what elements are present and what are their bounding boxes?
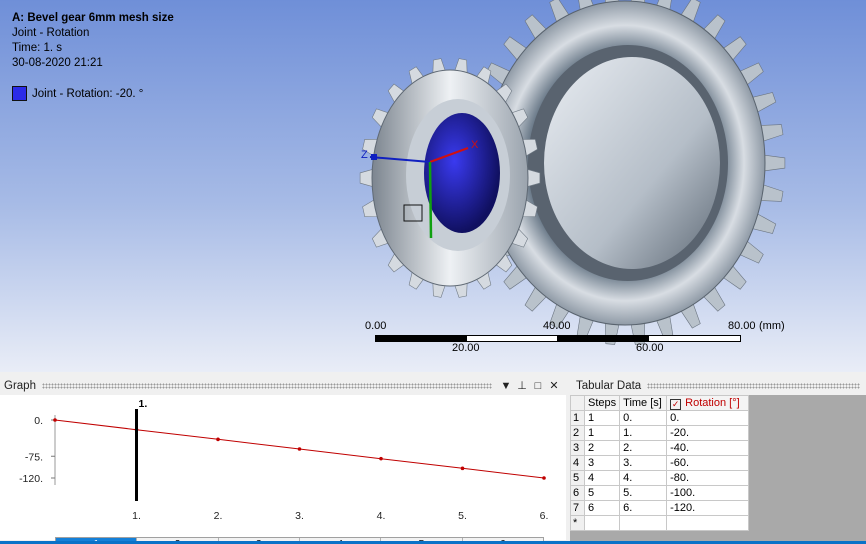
cell-step[interactable]: 4 (583, 470, 621, 486)
cell-time[interactable]: 1. (619, 425, 668, 441)
row-number: 3 (570, 440, 585, 456)
y-tick-label: 0. (34, 415, 43, 427)
pin-icon[interactable]: ⊥ (514, 379, 530, 392)
tabular-header: Tabular Data (576, 376, 866, 395)
table-row[interactable]: 6 5 5. -100. (570, 485, 750, 501)
graph-panel: Graph ▼ ⊥ □ ✕ 0. -75. -120. 1. 2. 3. 4. 5. 6. 1. … (0, 374, 566, 544)
data-point (53, 418, 57, 422)
scale-label-80: 80.00 (728, 320, 756, 332)
y-tick-label: -75. (25, 451, 43, 463)
cell-step[interactable]: 3 (583, 455, 621, 471)
table-row[interactable]: 7 6 6. -120. (570, 500, 750, 516)
col-rotation-label: Rotation [°] (685, 396, 740, 409)
cell-rot[interactable]: -20. (666, 425, 750, 441)
empty-cell[interactable] (583, 515, 621, 531)
col-steps[interactable]: Steps (583, 395, 621, 411)
row-number: 6 (570, 485, 585, 501)
cell-time[interactable]: 0. (619, 410, 668, 426)
x-tick-label: 6. (540, 510, 549, 522)
cell-rot[interactable]: -80. (666, 470, 750, 486)
cell-time[interactable]: 4. (619, 470, 668, 486)
graph-title: Graph (4, 379, 36, 392)
maximize-icon[interactable]: □ (530, 380, 546, 392)
x-tick-label: 4. (377, 510, 386, 522)
x-axis-label: X (471, 139, 479, 151)
x-tick-label: 5. (458, 510, 467, 522)
table-row[interactable]: 2 1 1. -20. (570, 425, 750, 441)
bottom-panels: Graph ▼ ⊥ □ ✕ 0. -75. -120. 1. 2. 3. 4. 5. 6. 1. … (0, 374, 866, 544)
y-tick-label: -120. (19, 473, 43, 485)
data-point (216, 437, 220, 442)
cell-rot[interactable]: -100. (666, 485, 750, 501)
cell-step[interactable]: 5 (583, 485, 621, 501)
graph-header: Graph ▼ ⊥ □ ✕ (4, 376, 562, 395)
cell-step[interactable]: 6 (583, 500, 621, 516)
cell-rot[interactable]: -120. (666, 500, 750, 516)
new-row-marker: * (570, 515, 585, 531)
row-number: 7 (570, 500, 585, 516)
scale-label-0: 0.00 (365, 320, 387, 332)
cell-rot[interactable]: -60. (666, 455, 750, 471)
cell-time[interactable]: 3. (619, 455, 668, 471)
empty-cell[interactable] (666, 515, 750, 531)
cell-rot[interactable]: -40. (666, 440, 750, 456)
empty-cell[interactable] (619, 515, 668, 531)
rotation-chart[interactable]: 0. -75. -120. 1. 2. 3. 4. 5. 6. 1. (0, 395, 566, 540)
scale-label-20: 20.00 (452, 342, 480, 354)
row-number: 1 (570, 410, 585, 426)
data-point (460, 466, 465, 471)
table-row[interactable]: 1 1 0. 0. (570, 410, 750, 426)
cell-step[interactable]: 1 (583, 410, 621, 426)
scale-label-40: 40.00 (543, 320, 571, 332)
graph-area[interactable]: 0.-75.-120.1.2.3.4.5.6.1. 123456 (0, 395, 566, 544)
cell-time[interactable]: 2. (619, 440, 668, 456)
row-number: 2 (570, 425, 585, 441)
scale-unit: (mm) (759, 320, 785, 332)
time-marker-label: 1. (139, 398, 148, 410)
close-icon[interactable]: ✕ (546, 379, 562, 392)
cell-time[interactable]: 6. (619, 500, 668, 516)
row-number: 5 (570, 470, 585, 486)
x-tick-label: 3. (295, 510, 304, 522)
dropdown-icon[interactable]: ▼ (498, 380, 514, 392)
cell-time[interactable]: 5. (619, 485, 668, 501)
table-row[interactable]: 3 2 2. -40. (570, 440, 750, 456)
col-rotation[interactable]: ✓ Rotation [°] (666, 395, 750, 411)
row-number: 4 (570, 455, 585, 471)
model-viewport[interactable]: A: Bevel gear 6mm mesh size Joint - Rota… (0, 0, 866, 372)
cell-step[interactable]: 1 (583, 425, 621, 441)
checkbox-icon[interactable]: ✓ (670, 398, 682, 410)
tabular-panel: Tabular Data Steps Time [s] ✓ Rotation [°… (570, 374, 866, 544)
cell-rot[interactable]: 0. (666, 410, 750, 426)
col-time[interactable]: Time [s] (619, 395, 668, 411)
gear-model[interactable]: X Z (0, 0, 866, 372)
scale-label-60: 60.00 (636, 342, 664, 354)
x-tick-label: 1. (132, 510, 141, 522)
tabular-area: Steps Time [s] ✓ Rotation [°] 1 1 0. 0. 2 1 1. -… (570, 395, 866, 544)
table-row[interactable]: 4 3 3. -60. (570, 455, 750, 471)
data-point (542, 476, 546, 480)
cell-step[interactable]: 2 (583, 440, 621, 456)
data-point (297, 447, 302, 451)
table-new-row[interactable]: * (570, 515, 750, 531)
data-point (379, 456, 383, 461)
table-row[interactable]: 5 4 4. -80. (570, 470, 750, 486)
x-tick-label: 2. (214, 510, 223, 522)
table-header-row: Steps Time [s] ✓ Rotation [°] (570, 395, 750, 411)
tabular-title: Tabular Data (576, 379, 642, 392)
scale-bar: 0.00 40.00 80.00 (mm) 20.00 60.00 (360, 320, 800, 360)
tabular-table: Steps Time [s] ✓ Rotation [°] 1 1 0. 0. 2 1 1. -… (570, 395, 750, 531)
z-axis-label: Z (361, 149, 368, 161)
